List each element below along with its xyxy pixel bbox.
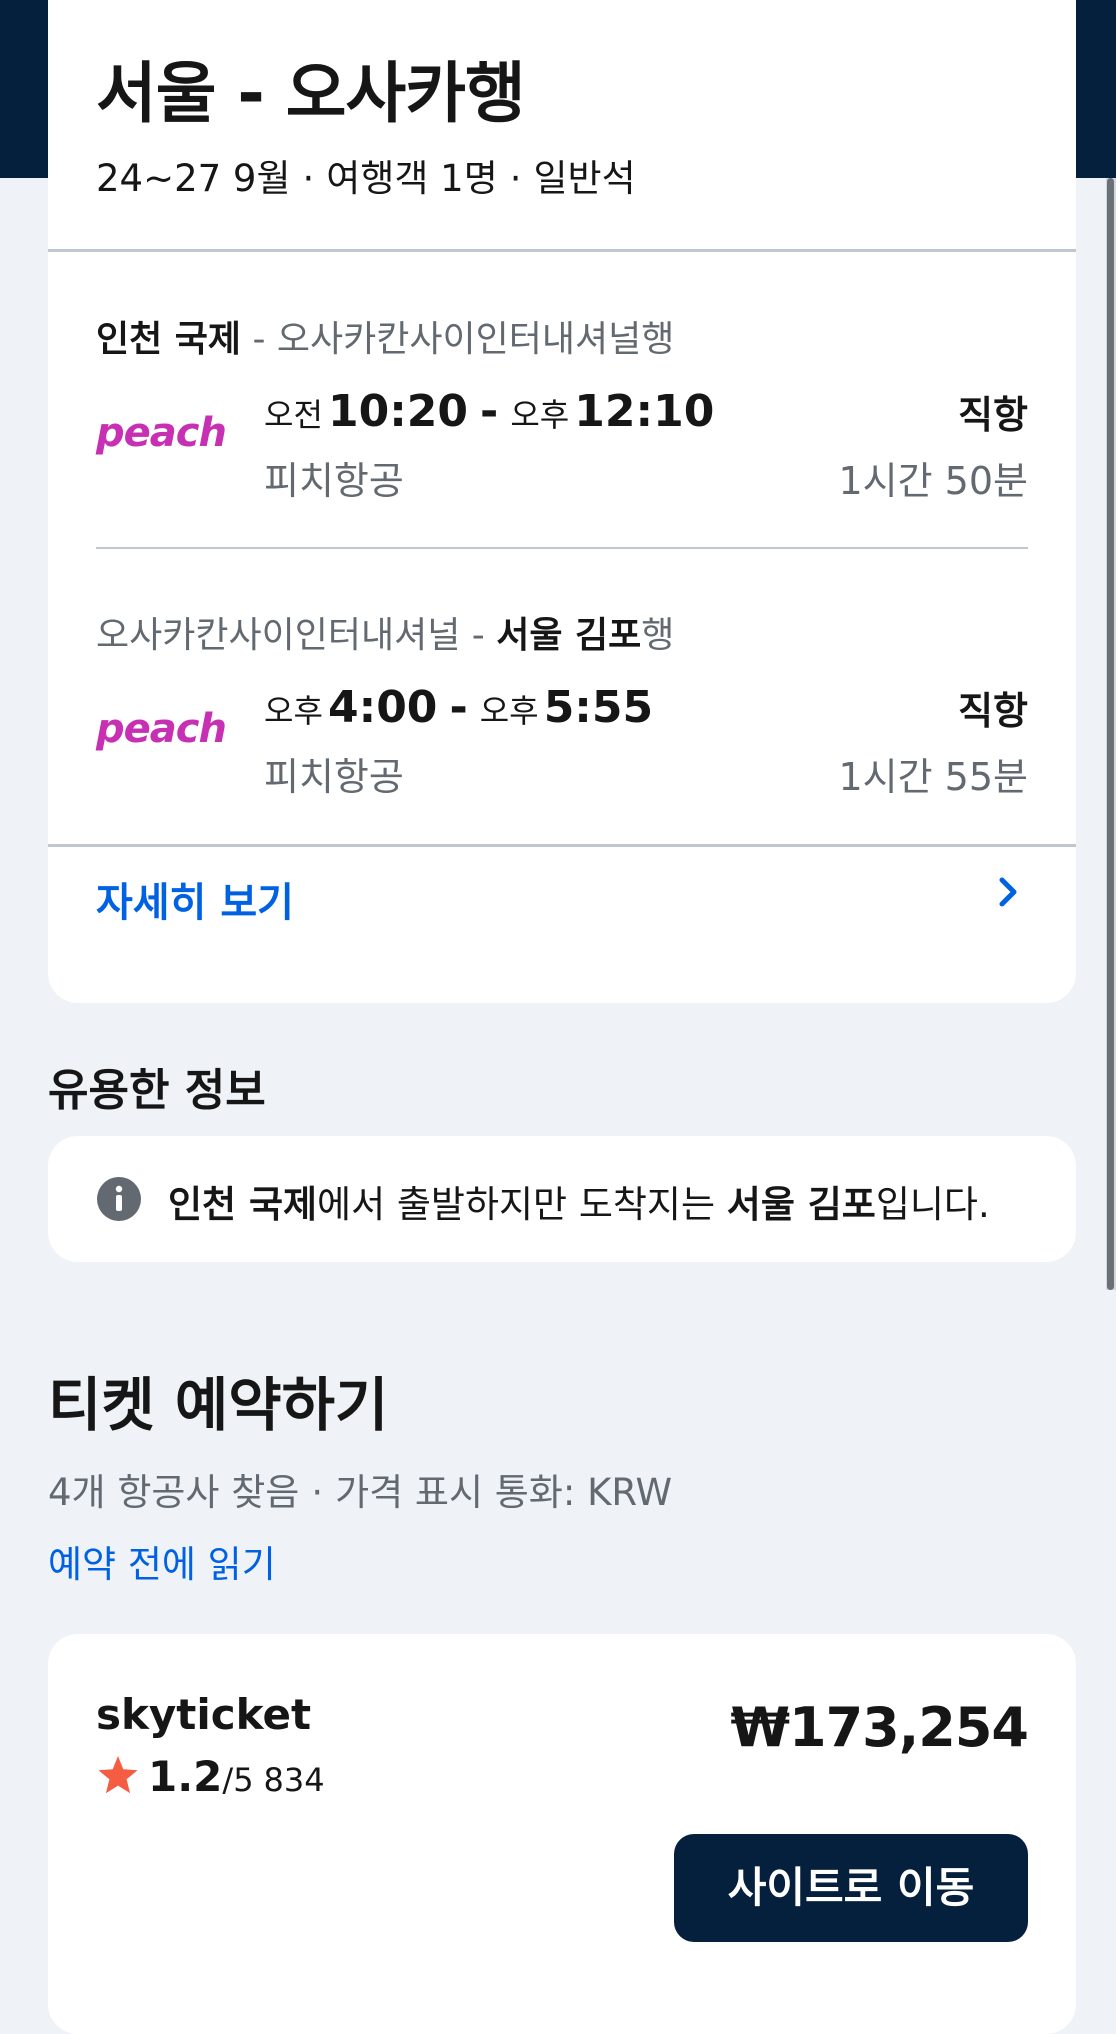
leg-duration: 1시간 50분 — [838, 459, 1029, 503]
arrival-ampm: 오후 — [510, 396, 570, 434]
book-tickets-heading: 티켓 예약하기 — [48, 1371, 389, 1439]
departure-ampm: 오전 — [264, 396, 323, 434]
provider-card: skyticket 1.2/5 834 ₩173,254 사이트로 이동 — [48, 1634, 1076, 2034]
leg-destination: 서울 김포 — [496, 615, 642, 656]
separator-dot: · — [509, 157, 522, 200]
departure-time: 4:00 — [327, 682, 438, 733]
trip-cabin: 일반석 — [533, 157, 636, 200]
read-before-booking-link[interactable]: 예약 전에 읽기 — [48, 1534, 276, 1588]
leg-duration: 1시간 55분 — [838, 755, 1029, 799]
divider — [48, 844, 1076, 847]
currency-note: 가격 표시 통화: KRW — [335, 1471, 673, 1514]
useful-info-heading: 유용한 정보 — [48, 1065, 266, 1116]
rating-score: 1.2 — [148, 1752, 223, 1801]
separator-dot: · — [302, 157, 315, 200]
leg-times-outbound: 오전 10:20- 오후 12:10 — [264, 386, 714, 437]
chevron-right-icon[interactable] — [988, 872, 1028, 912]
view-details-link[interactable]: 자세히 보기 — [96, 870, 294, 928]
trip-title: 서울 - 오사카행 — [96, 55, 526, 132]
provider-name: skyticket — [96, 1690, 312, 1739]
divider — [48, 249, 1076, 252]
leg-airline-name: 피치항공 — [264, 755, 404, 799]
trip-summary-card: 서울 - 오사카행 24~27 9월 · 여행객 1명 · 일반석 인천 국제 - 오사… — [48, 0, 1076, 1003]
info-icon — [97, 1177, 141, 1221]
providers-found: 4개 항공사 찾음 — [48, 1471, 300, 1514]
provider-price: ₩173,254 — [730, 1696, 1029, 1759]
go-to-site-button[interactable]: 사이트로 이동 — [674, 1834, 1028, 1942]
arrival-time: 5:55 — [543, 682, 654, 733]
departure-ampm: 오후 — [264, 692, 323, 730]
leg-airline-name: 피치항공 — [264, 459, 404, 503]
divider — [96, 547, 1028, 549]
leg-destination: 오사카칸사이인터내셔널 — [276, 319, 642, 360]
info-text-end: 입니다. — [875, 1183, 990, 1226]
leg-dest-suffix: 행 — [641, 319, 675, 360]
leg-stops: 직항 — [958, 689, 1028, 733]
leg-route-return: 오사카칸사이인터내셔널 - 서울 김포행 — [96, 606, 674, 658]
info-destination: 서울 김포 — [726, 1183, 876, 1226]
route-separator: - — [241, 319, 277, 360]
leg-route-outbound: 인천 국제 - 오사카칸사이인터내셔널행 — [96, 310, 674, 362]
arrival-ampm: 오후 — [479, 692, 539, 730]
arrival-time: 12:10 — [574, 386, 715, 437]
leg-times-return: 오후 4:00- 오후 5:55 — [264, 682, 653, 733]
info-card: 인천 국제에서 출발하지만 도착지는 서울 김포입니다. — [48, 1136, 1076, 1262]
scrollbar-thumb[interactable] — [1107, 178, 1114, 1290]
leg-origin: 오사카칸사이인터내셔널 — [96, 615, 461, 656]
trip-header: 서울 - 오사카행 24~27 9월 · 여행객 1명 · 일반석 — [48, 0, 1076, 251]
departure-time: 10:20 — [327, 386, 469, 437]
star-icon — [98, 1756, 138, 1794]
info-text-mid: 에서 출발하지만 도착지는 — [317, 1183, 727, 1226]
trip-passengers: 여행객 1명 — [326, 157, 498, 200]
leg-dest-suffix: 행 — [641, 615, 675, 656]
trip-dates: 24~27 9월 — [96, 157, 291, 200]
trip-subtitle: 24~27 9월 · 여행객 1명 · 일반석 — [96, 148, 636, 202]
provider-rating: 1.2/5 834 — [96, 1752, 325, 1801]
leg-stops: 직항 — [958, 393, 1028, 437]
booking-meta: 4개 항공사 찾음 · 가격 표시 통화: KRW — [48, 1462, 672, 1516]
separator-dot: · — [311, 1471, 324, 1514]
peach-airline-logo: peach — [96, 706, 227, 752]
time-dash: - — [449, 682, 468, 733]
review-count: 834 — [263, 1761, 325, 1799]
info-message: 인천 국제에서 출발하지만 도착지는 서울 김포입니다. — [168, 1174, 990, 1228]
time-dash: - — [480, 386, 499, 437]
rating-out-of: /5 — [222, 1761, 254, 1799]
leg-origin: 인천 국제 — [96, 319, 242, 360]
scrollbar[interactable] — [1106, 178, 1116, 1290]
peach-airline-logo: peach — [96, 410, 227, 456]
info-origin: 인천 국제 — [168, 1183, 318, 1226]
route-separator: - — [460, 615, 497, 656]
